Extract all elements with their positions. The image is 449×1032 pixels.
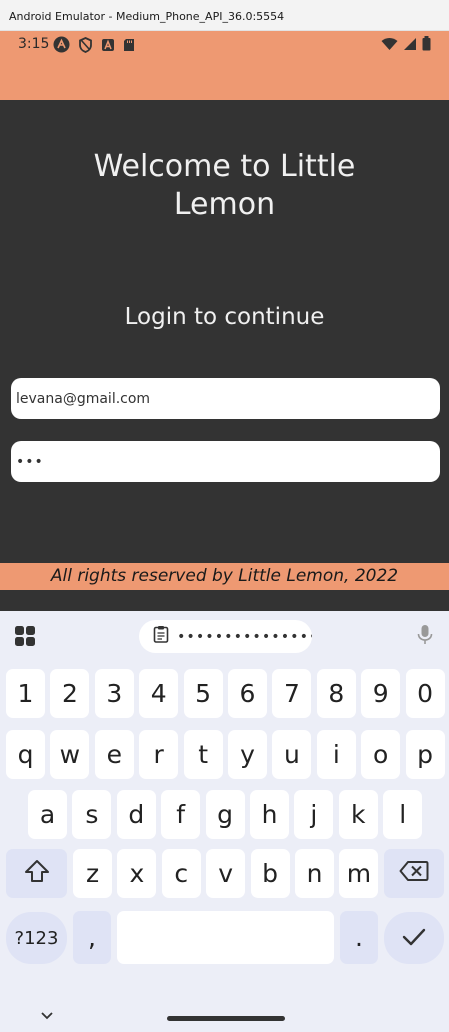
- footer-copyright: All rights reserved by Little Lemon, 202…: [0, 563, 449, 590]
- number-key[interactable]: 8: [316, 669, 356, 718]
- keyboard-toolbar: •••••••••••••••••••: [0, 611, 449, 661]
- soft-keyboard: ••••••••••••••••••• 1234567890 qwertyuio…: [0, 611, 449, 1032]
- welcome-title: Welcome to Little Lemon: [93, 149, 356, 222]
- shift-key[interactable]: [6, 849, 67, 898]
- letter-key[interactable]: r: [139, 730, 179, 779]
- period-key[interactable]: .: [340, 911, 378, 964]
- sd-card-icon: [123, 38, 135, 57]
- letter-key[interactable]: y: [228, 730, 267, 779]
- clipboard-suggestion-chip[interactable]: •••••••••••••••••••: [139, 620, 312, 653]
- number-key[interactable]: 6: [228, 669, 267, 718]
- nav-chevron-down-icon[interactable]: [40, 1008, 54, 1026]
- letter-key[interactable]: l: [383, 790, 423, 839]
- letter-key[interactable]: f: [161, 790, 201, 839]
- enter-key[interactable]: [384, 912, 444, 964]
- enter-check-icon: [401, 924, 427, 953]
- battery-icon: [422, 36, 431, 56]
- letter-key[interactable]: g: [205, 790, 245, 839]
- signal-icon: [403, 37, 417, 56]
- letter-key[interactable]: o: [361, 730, 401, 779]
- letter-key[interactable]: v: [206, 849, 246, 898]
- symbols-key[interactable]: ?123: [6, 912, 67, 964]
- window-title: Android Emulator - Medium_Phone_API_36.0…: [0, 0, 449, 31]
- number-key[interactable]: 9: [361, 669, 401, 718]
- backspace-key[interactable]: [384, 849, 444, 898]
- number-key[interactable]: 7: [272, 669, 312, 718]
- status-icons-right: [381, 36, 431, 56]
- letter-key[interactable]: p: [405, 730, 445, 779]
- letter-key[interactable]: n: [295, 849, 334, 898]
- letter-key[interactable]: u: [272, 730, 312, 779]
- status-bar: 3:15: [0, 31, 449, 100]
- comma-key[interactable]: ,: [73, 911, 111, 964]
- mic-icon[interactable]: [417, 624, 433, 651]
- letter-key[interactable]: d: [116, 790, 156, 839]
- backspace-icon: [399, 859, 429, 888]
- space-bar[interactable]: [117, 911, 334, 964]
- password-field[interactable]: [11, 441, 440, 482]
- status-time: 3:15: [18, 36, 50, 52]
- number-key[interactable]: 1: [6, 669, 45, 718]
- letter-key[interactable]: x: [117, 849, 157, 898]
- shift-icon: [24, 859, 50, 889]
- letter-key[interactable]: k: [338, 790, 378, 839]
- number-key[interactable]: 4: [139, 669, 179, 718]
- letter-key[interactable]: m: [339, 849, 379, 898]
- email-field[interactable]: [11, 378, 440, 419]
- letter-key[interactable]: b: [250, 849, 290, 898]
- number-key[interactable]: 0: [405, 669, 445, 718]
- status-icons-left: [53, 36, 135, 58]
- letter-key[interactable]: w: [50, 730, 90, 779]
- number-key[interactable]: 5: [183, 669, 223, 718]
- letter-key[interactable]: h: [250, 790, 289, 839]
- a-square-icon: [101, 38, 115, 57]
- letter-key[interactable]: a: [28, 790, 67, 839]
- letter-key[interactable]: s: [72, 790, 112, 839]
- letter-key[interactable]: t: [183, 730, 223, 779]
- phone-screen: 3:15 Welcome to Little Lemon Login to co…: [0, 31, 449, 1032]
- letter-key[interactable]: j: [294, 790, 334, 839]
- login-subtitle: Login to continue: [124, 304, 325, 330]
- apps-grid-icon[interactable]: [14, 625, 36, 652]
- letter-key[interactable]: q: [6, 730, 45, 779]
- number-key[interactable]: 2: [50, 669, 90, 718]
- letter-key[interactable]: i: [316, 730, 356, 779]
- letter-key[interactable]: z: [73, 849, 112, 898]
- letter-key[interactable]: c: [161, 849, 201, 898]
- clipboard-icon: [153, 625, 169, 648]
- number-key[interactable]: 3: [94, 669, 134, 718]
- a-circle-icon: [53, 36, 70, 58]
- login-screen: Welcome to Little Lemon Login to continu…: [0, 100, 449, 611]
- gesture-nav-handle[interactable]: [167, 1016, 285, 1021]
- clipboard-text: •••••••••••••••••••: [177, 628, 312, 645]
- shield-icon: [78, 36, 93, 58]
- letter-key[interactable]: e: [94, 730, 134, 779]
- wifi-icon: [381, 37, 398, 56]
